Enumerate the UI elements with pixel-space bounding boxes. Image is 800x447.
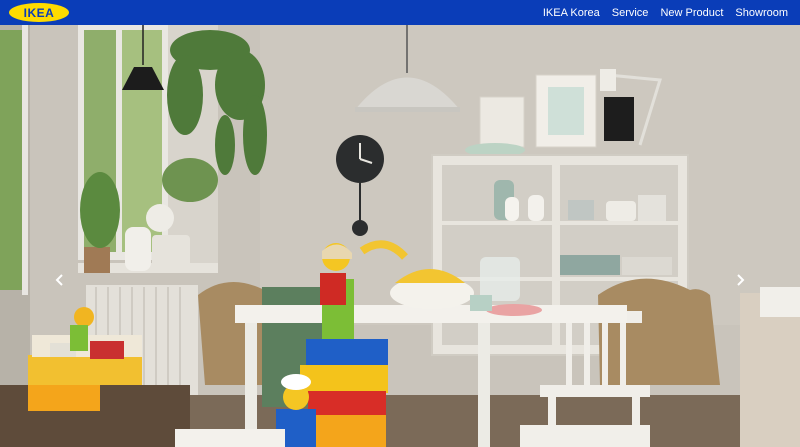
ikea-logo[interactable]: IKEA	[8, 2, 70, 23]
nav-link-ikea-korea[interactable]: IKEA Korea	[543, 7, 600, 19]
chevron-right-icon	[737, 274, 745, 286]
carousel-next-button[interactable]	[734, 271, 748, 289]
logo-oval: IKEA	[9, 3, 69, 22]
rattan-chair-right	[598, 278, 720, 385]
lego-flower	[74, 307, 94, 327]
chevron-left-icon	[55, 274, 63, 286]
main-menu: IKEA Korea Service New Product Showroom	[543, 7, 788, 19]
plant-basket	[84, 247, 110, 273]
lego-minifig	[320, 273, 346, 305]
lego-house-base	[28, 355, 142, 385]
lego-brick-yellow	[300, 365, 388, 393]
carousel-prev-button[interactable]	[52, 271, 66, 289]
nav-link-showroom[interactable]: Showroom	[735, 7, 788, 19]
hero-scene-illustration	[0, 25, 800, 447]
white-vase	[125, 227, 151, 271]
top-navigation-bar: IKEA IKEA Korea Service New Product Show…	[0, 0, 800, 25]
hero-banner	[0, 25, 800, 447]
nav-link-new-product[interactable]: New Product	[660, 7, 723, 19]
poster-black	[604, 97, 634, 141]
picture-frame-1	[479, 96, 525, 148]
nav-link-service[interactable]: Service	[612, 7, 649, 19]
lego-brick-blue	[306, 339, 388, 367]
lego-brick-red	[308, 391, 386, 417]
logo-text: IKEA	[23, 5, 55, 20]
